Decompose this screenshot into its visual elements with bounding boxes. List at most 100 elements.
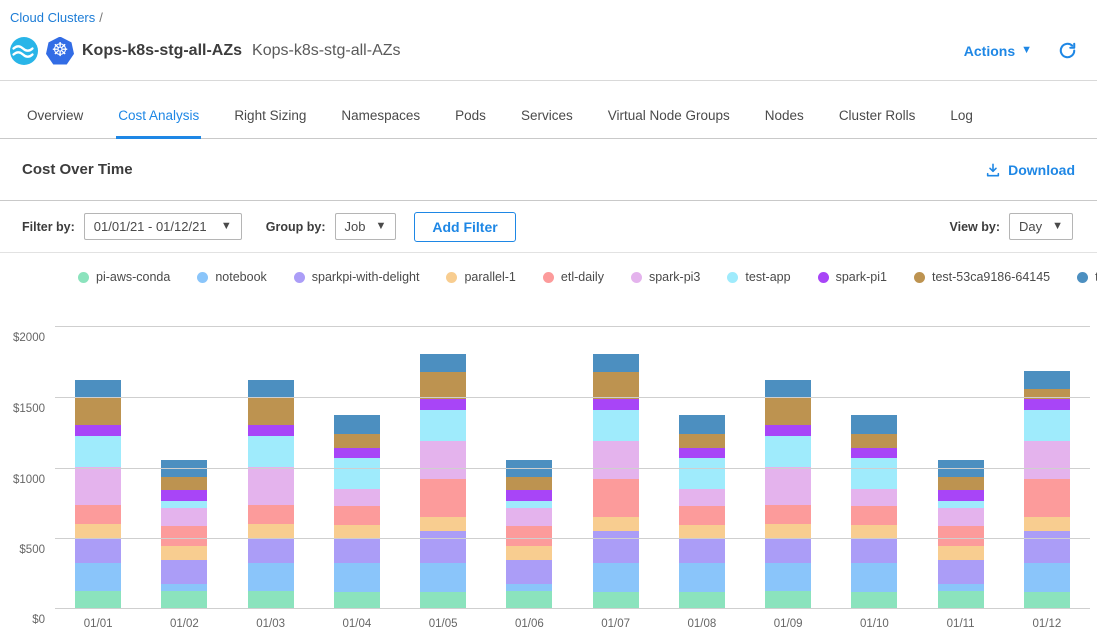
bar-segment-pi-aws-conda — [593, 592, 639, 609]
bar-segment-spark-pi1 — [506, 490, 552, 501]
bar-segment-etl-daily — [851, 506, 897, 524]
bar-segment-parallel-1 — [679, 525, 725, 538]
tab-pods[interactable]: Pods — [453, 108, 488, 139]
bar-segment-etl-daily — [506, 526, 552, 546]
bar-segment-parallel-1 — [765, 524, 811, 539]
section-title: Cost Over Time — [22, 161, 133, 178]
breadcrumb: Cloud Clusters/ — [0, 0, 1097, 25]
bar-segment-notebook — [75, 563, 121, 591]
legend-item-spark-pi3[interactable]: spark-pi3 — [631, 270, 700, 284]
bar-segment-pi-aws-conda — [938, 591, 984, 609]
y-tick-label: $500 — [19, 544, 45, 556]
tab-services[interactable]: Services — [519, 108, 575, 139]
bar-segment-spark-pi3 — [75, 467, 121, 505]
bar-segment-test-app — [75, 436, 121, 466]
bar-segment-pi-aws-conda — [161, 591, 207, 609]
stacked-bar-01/11 — [938, 460, 984, 609]
add-filter-button[interactable]: Add Filter — [414, 212, 515, 242]
bar-segment-pi-aws-conda — [248, 591, 294, 609]
bar-segment-sparkpi-with-delight — [765, 539, 811, 563]
bar-segment-parallel-1 — [248, 524, 294, 539]
legend-label: spark-pi1 — [836, 270, 887, 284]
bar-segment-notebook — [765, 563, 811, 591]
breadcrumb-link-cloud-clusters[interactable]: Cloud Clusters — [10, 10, 95, 25]
x-tick-label: 01/10 — [831, 618, 917, 630]
bar-segment-parallel-1 — [851, 525, 897, 538]
legend-item-spark-pi1[interactable]: spark-pi1 — [818, 270, 887, 284]
bar-segment-etl-daily — [938, 526, 984, 546]
bar-segment-test-53ca9186-64145 — [765, 398, 811, 426]
tab-cluster-rolls[interactable]: Cluster Rolls — [837, 108, 918, 139]
legend-item-test-app[interactable]: test-app — [727, 270, 790, 284]
bar-segment-parallel-1 — [420, 517, 466, 531]
legend-item-pi-aws-conda[interactable]: pi-aws-conda — [78, 270, 170, 284]
legend-dot — [727, 272, 738, 283]
gridline-1500: $1500 — [55, 397, 1090, 398]
bar-segment-test-app — [679, 458, 725, 489]
legend-dot — [543, 272, 554, 283]
stacked-bar-01/09 — [765, 380, 811, 609]
view-by-select[interactable]: Day ▼ — [1009, 213, 1073, 240]
date-range-select[interactable]: 01/01/21 - 01/12/21 ▼ — [84, 213, 242, 240]
stacked-bar-01/06 — [506, 460, 552, 609]
refresh-icon[interactable] — [1058, 41, 1077, 60]
legend-item-test-pkix[interactable]: test-pkix — [1077, 270, 1097, 284]
actions-button[interactable]: Actions ▼ — [964, 43, 1032, 59]
bar-segment-spark-pi3 — [334, 489, 380, 507]
legend-label: test-53ca9186-64145 — [932, 270, 1050, 284]
bar-segment-notebook — [1024, 563, 1070, 592]
bar-segment-test-pkix — [420, 354, 466, 372]
bar-segment-test-53ca9186-64145 — [938, 477, 984, 490]
bar-segment-test-app — [248, 436, 294, 466]
bar-segment-etl-daily — [593, 479, 639, 517]
bar-segment-parallel-1 — [334, 525, 380, 538]
chevron-down-icon: ▼ — [375, 221, 386, 232]
bar-segment-sparkpi-with-delight — [506, 560, 552, 584]
bar-segment-pi-aws-conda — [420, 592, 466, 609]
legend-item-etl-daily[interactable]: etl-daily — [543, 270, 604, 284]
legend-item-notebook[interactable]: notebook — [197, 270, 266, 284]
bar-segment-test-53ca9186-64145 — [248, 398, 294, 426]
y-tick-label: $1000 — [13, 474, 45, 486]
download-button[interactable]: Download — [985, 162, 1075, 178]
tab-cost-analysis[interactable]: Cost Analysis — [116, 108, 201, 139]
legend-label: parallel-1 — [464, 270, 515, 284]
legend-item-parallel-1[interactable]: parallel-1 — [446, 270, 515, 284]
stacked-bar-01/10 — [851, 415, 897, 609]
legend-dot — [294, 272, 305, 283]
filter-bar: Filter by: 01/01/21 - 01/12/21 ▼ Group b… — [0, 201, 1097, 253]
bar-segment-test-53ca9186-64145 — [420, 372, 466, 399]
bar-segment-spark-pi3 — [248, 467, 294, 505]
group-by-select[interactable]: Job ▼ — [335, 213, 397, 240]
chart-legend: pi-aws-conda notebook sparkpi-with-delight… — [0, 253, 1097, 301]
tab-virtual-node-groups[interactable]: Virtual Node Groups — [606, 108, 732, 139]
bar-segment-notebook — [420, 563, 466, 592]
bar-segment-etl-daily — [1024, 479, 1070, 517]
bar-segment-test-pkix — [593, 354, 639, 372]
bar-segment-parallel-1 — [938, 546, 984, 560]
tab-nodes[interactable]: Nodes — [763, 108, 806, 139]
bar-segment-sparkpi-with-delight — [938, 560, 984, 584]
tab-right-sizing[interactable]: Right Sizing — [232, 108, 308, 139]
bar-segment-test-53ca9186-64145 — [506, 477, 552, 490]
bar-segment-etl-daily — [765, 505, 811, 524]
legend-item-test-53ca9186-64145[interactable]: test-53ca9186-64145 — [914, 270, 1050, 284]
bar-segment-parallel-1 — [161, 546, 207, 560]
tab-log[interactable]: Log — [948, 108, 975, 139]
tab-namespaces[interactable]: Namespaces — [339, 108, 422, 139]
legend-label: test-app — [745, 270, 790, 284]
cost-over-time-header: Cost Over Time Download — [0, 139, 1097, 201]
bar-segment-parallel-1 — [593, 517, 639, 531]
x-tick-label: 01/06 — [486, 618, 572, 630]
bar-segment-test-app — [334, 458, 380, 489]
legend-item-sparkpi-with-delight[interactable]: sparkpi-with-delight — [294, 270, 420, 284]
bar-segment-sparkpi-with-delight — [420, 531, 466, 563]
bar-segment-spark-pi3 — [1024, 441, 1070, 478]
bar-segment-spark-pi1 — [1024, 399, 1070, 410]
bar-segment-pi-aws-conda — [765, 591, 811, 609]
tab-overview[interactable]: Overview — [25, 108, 85, 139]
ocean-logo-icon — [10, 37, 38, 65]
chart-plot-area: $0$500$1000$1500$2000 — [55, 326, 1090, 609]
bar-segment-test-app — [506, 501, 552, 508]
bar-segment-sparkpi-with-delight — [851, 538, 897, 563]
